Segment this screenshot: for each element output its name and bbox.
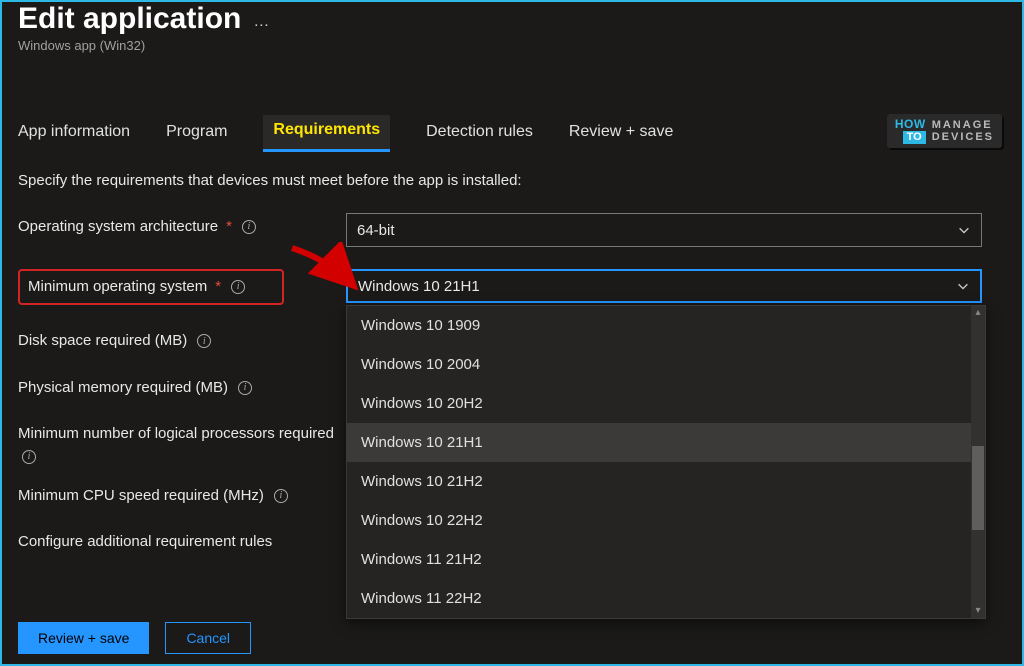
info-icon[interactable]: i bbox=[231, 280, 245, 294]
more-icon[interactable]: … bbox=[253, 7, 270, 31]
scroll-up-icon[interactable]: ▴ bbox=[973, 308, 983, 318]
label-additional-rules: Configure additional requirement rules bbox=[18, 528, 346, 552]
select-min-os-value: Windows 10 21H1 bbox=[358, 278, 480, 295]
watermark-to: TO bbox=[903, 131, 926, 144]
dropdown-min-os: Windows 10 1909 Windows 10 2004 Windows … bbox=[346, 305, 986, 619]
label-architecture: Operating system architecture * i bbox=[18, 213, 346, 237]
dropdown-option-selected[interactable]: Windows 10 21H1 bbox=[347, 423, 985, 462]
chevron-down-icon bbox=[956, 279, 970, 293]
watermark-logo: HOW TO MANAGE DEVICES bbox=[887, 114, 1002, 148]
footer-actions: Review + save Cancel bbox=[18, 622, 251, 654]
dropdown-option[interactable]: Windows 10 1909 bbox=[347, 306, 985, 345]
label-cpus: Minimum number of logical processors req… bbox=[18, 420, 346, 464]
dropdown-option[interactable]: Windows 11 21H2 bbox=[347, 540, 985, 579]
tab-bar: App information Program Requirements Det… bbox=[2, 115, 1022, 152]
watermark-line1: MANAGE bbox=[932, 119, 994, 131]
label-min-os: Minimum operating system * i bbox=[18, 269, 284, 305]
info-icon[interactable]: i bbox=[242, 220, 256, 234]
info-icon[interactable]: i bbox=[238, 381, 252, 395]
select-min-os[interactable]: Windows 10 21H1 Windows 10 1909 Windows … bbox=[346, 269, 982, 303]
label-cpu-speed: Minimum CPU speed required (MHz) i bbox=[18, 482, 346, 506]
label-memory: Physical memory required (MB) i bbox=[18, 374, 346, 398]
page-subtitle: Windows app (Win32) bbox=[18, 38, 1006, 53]
dropdown-option[interactable]: Windows 10 21H2 bbox=[347, 462, 985, 501]
dropdown-option[interactable]: Windows 10 22H2 bbox=[347, 501, 985, 540]
select-architecture-value: 64-bit bbox=[357, 222, 395, 239]
tab-review-save[interactable]: Review + save bbox=[569, 117, 674, 151]
row-architecture: Operating system architecture * i 64-bit bbox=[18, 213, 1006, 247]
scrollbar[interactable]: ▴ ▾ bbox=[971, 306, 985, 618]
tab-detection-rules[interactable]: Detection rules bbox=[426, 117, 533, 151]
dropdown-option[interactable]: Windows 10 20H2 bbox=[347, 384, 985, 423]
required-star: * bbox=[215, 277, 221, 297]
scrollbar-thumb[interactable] bbox=[972, 446, 984, 530]
row-min-os: Minimum operating system * i Windows 10 … bbox=[18, 269, 1006, 305]
page-header: Edit application … Windows app (Win32) bbox=[2, 2, 1022, 59]
instruction-text: Specify the requirements that devices mu… bbox=[18, 172, 1006, 189]
scroll-down-icon[interactable]: ▾ bbox=[973, 606, 983, 616]
info-icon[interactable]: i bbox=[197, 334, 211, 348]
dropdown-option[interactable]: Windows 11 22H2 bbox=[347, 579, 985, 618]
info-icon[interactable]: i bbox=[22, 450, 36, 464]
dropdown-option[interactable]: Windows 10 2004 bbox=[347, 345, 985, 384]
watermark-line2: DEVICES bbox=[932, 131, 994, 143]
tab-requirements[interactable]: Requirements bbox=[263, 115, 390, 152]
watermark-how: HOW bbox=[895, 118, 926, 130]
review-save-button[interactable]: Review + save bbox=[18, 622, 149, 654]
page-title: Edit application bbox=[18, 2, 241, 36]
chevron-down-icon bbox=[957, 223, 971, 237]
cancel-button[interactable]: Cancel bbox=[165, 622, 251, 654]
label-disk: Disk space required (MB) i bbox=[18, 327, 346, 351]
required-star: * bbox=[226, 217, 232, 237]
tab-app-information[interactable]: App information bbox=[18, 117, 130, 151]
select-architecture[interactable]: 64-bit bbox=[346, 213, 982, 247]
form-content: Specify the requirements that devices mu… bbox=[2, 152, 1022, 553]
tab-program[interactable]: Program bbox=[166, 117, 227, 151]
info-icon[interactable]: i bbox=[274, 489, 288, 503]
